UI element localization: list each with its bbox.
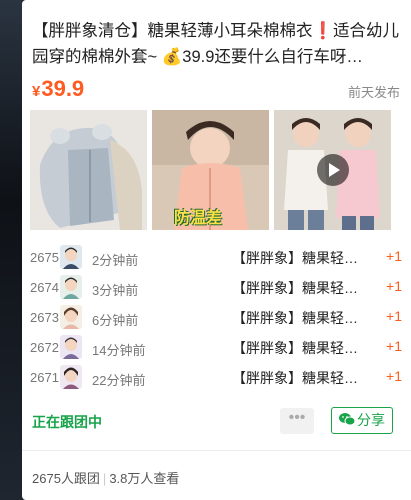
avatar xyxy=(60,365,82,389)
product-image-1[interactable] xyxy=(30,110,147,230)
time-ago: 22分钟前 xyxy=(92,373,146,388)
share-button[interactable]: 分享 xyxy=(331,407,393,434)
list-item[interactable]: 2674 3分钟前 【胖胖象】糖果轻… +1 xyxy=(30,272,402,302)
item-name: 【胖胖象】糖果轻… xyxy=(232,370,358,386)
order-number: 2675 xyxy=(30,250,59,265)
publish-time: 前天发布 xyxy=(347,85,400,100)
item-name: 【胖胖象】糖果轻… xyxy=(232,310,358,326)
currency-symbol: ¥ xyxy=(32,83,41,100)
divider xyxy=(22,450,411,451)
order-number: 2671 xyxy=(30,370,59,385)
item-name: 【胖胖象】糖果轻… xyxy=(232,340,358,356)
order-number: 2673 xyxy=(30,310,59,325)
quantity: +1 xyxy=(386,248,402,264)
price-value: 39.9 xyxy=(41,76,85,101)
view-count: 3.8万人查看 xyxy=(109,471,180,486)
image-gallery: 防温差 xyxy=(30,110,402,230)
group-buy-card[interactable]: 【胖胖象清仓】糖果轻薄小耳朵棉棉衣❗适合幼儿园穿的棉棉外套~ 💰39.9还要什么… xyxy=(22,0,411,500)
product-image-2[interactable]: 防温差 xyxy=(152,110,269,230)
avatar xyxy=(60,305,82,329)
time-ago: 2分钟前 xyxy=(92,253,139,268)
avatar xyxy=(60,335,82,359)
avatar xyxy=(60,245,82,269)
stats-footer: 2675人跟团 | 3.8万人查看 xyxy=(32,468,179,487)
time-ago: 6分钟前 xyxy=(92,313,139,328)
quantity: +1 xyxy=(386,338,402,354)
order-number: 2674 xyxy=(30,280,59,295)
follower-count: 2675人跟团 xyxy=(32,471,100,486)
post-title[interactable]: 【胖胖象清仓】糖果轻薄小耳朵棉棉衣❗适合幼儿园穿的棉棉外套~ 💰39.9还要什么… xyxy=(32,18,400,70)
separator: | xyxy=(102,471,107,486)
list-item[interactable]: 2671 22分钟前 【胖胖象】糖果轻… +1 xyxy=(30,362,402,392)
share-label: 分享 xyxy=(357,412,385,428)
time-ago: 3分钟前 xyxy=(92,283,139,298)
following-status[interactable]: 正在跟团中 xyxy=(32,412,102,432)
list-item[interactable]: 2673 6分钟前 【胖胖象】糖果轻… +1 xyxy=(30,302,402,332)
group-buy-list: 2675 2分钟前 【胖胖象】糖果轻… +1 2674 3分钟前 【胖胖象】糖果… xyxy=(30,242,402,392)
list-item[interactable]: 2675 2分钟前 【胖胖象】糖果轻… +1 xyxy=(30,242,402,272)
quantity: +1 xyxy=(386,278,402,294)
price: ¥39.9 xyxy=(32,76,84,101)
order-number: 2672 xyxy=(30,340,59,355)
quantity: +1 xyxy=(386,308,402,324)
wechat-icon xyxy=(339,409,356,434)
avatar xyxy=(60,275,82,299)
item-name: 【胖胖象】糖果轻… xyxy=(232,250,358,266)
play-icon[interactable] xyxy=(317,154,349,186)
item-name: 【胖胖象】糖果轻… xyxy=(232,280,358,296)
background-strip xyxy=(0,0,22,500)
quantity: +1 xyxy=(386,368,402,384)
time-ago: 14分钟前 xyxy=(92,343,146,358)
product-video[interactable] xyxy=(274,110,391,230)
more-button[interactable]: ••• xyxy=(280,408,314,434)
list-item[interactable]: 2672 14分钟前 【胖胖象】糖果轻… +1 xyxy=(30,332,402,362)
image-caption: 防温差 xyxy=(174,210,223,227)
price-row: ¥39.9 前天发布 xyxy=(32,76,400,104)
